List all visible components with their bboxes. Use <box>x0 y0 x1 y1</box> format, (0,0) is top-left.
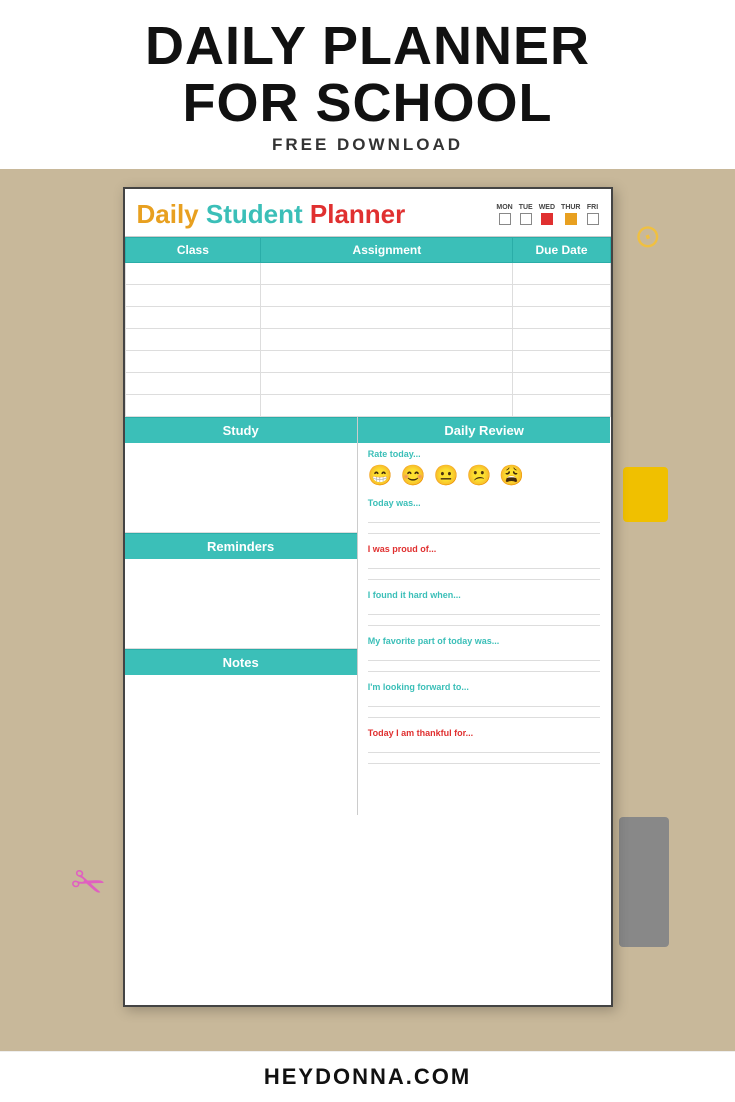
line-12 <box>368 763 601 764</box>
header-subtitle: FREE DOWNLOAD <box>20 135 715 155</box>
wood-background: ⊙ ✂ Daily Student Planner MON <box>0 169 735 1051</box>
title-planner: Planner <box>310 199 405 229</box>
checkbox-thu[interactable] <box>565 213 577 225</box>
planner-title-row: Daily Student Planner MON TUE <box>125 189 611 237</box>
table-row <box>125 373 610 395</box>
bottom-layout: Study Reminders Notes Daily Review Rate <box>125 417 611 815</box>
day-tue: TUE <box>519 204 533 225</box>
prompt-forward: I'm looking forward to... <box>368 682 601 692</box>
line-11 <box>368 752 601 753</box>
checkbox-mon[interactable] <box>499 213 511 225</box>
daily-review-header: Daily Review <box>358 417 611 443</box>
emoji-4: 😕 <box>466 463 491 488</box>
day-fri: FRI <box>587 204 599 225</box>
table-row <box>125 395 610 417</box>
checkbox-tue[interactable] <box>520 213 532 225</box>
assignment-table: Class Assignment Due Date <box>125 237 611 417</box>
col-header-class: Class <box>125 238 261 263</box>
notes-header: Notes <box>125 649 357 675</box>
line-8 <box>368 671 601 672</box>
page-footer: HEYDONNA.COM <box>0 1051 735 1102</box>
checkbox-wed[interactable] <box>541 213 553 225</box>
col-header-due: Due Date <box>513 238 610 263</box>
sharpener-decoration <box>623 467 668 522</box>
prompt-hard: I found it hard when... <box>368 590 601 600</box>
title-daily: Daily <box>137 199 199 229</box>
line-7 <box>368 660 601 661</box>
reminders-content[interactable] <box>125 559 357 649</box>
day-thu: THUR <box>561 204 580 225</box>
study-header: Study <box>125 417 357 443</box>
line-9 <box>368 706 601 707</box>
line-10 <box>368 717 601 718</box>
table-row <box>125 263 610 285</box>
reminders-header: Reminders <box>125 533 357 559</box>
title-line2: FOR SCHOOL <box>20 75 715 132</box>
planner-card: Daily Student Planner MON TUE <box>123 187 613 1007</box>
page-header: DAILY PLANNER FOR SCHOOL FREE DOWNLOAD <box>0 0 735 169</box>
daily-review-content: Rate today... 😁 😊 😐 😕 😩 Today was... I w… <box>358 443 611 780</box>
checkbox-fri[interactable] <box>587 213 599 225</box>
line-1 <box>368 522 601 523</box>
study-content[interactable] <box>125 443 357 533</box>
left-column: Study Reminders Notes <box>125 417 358 815</box>
title-student: Student <box>206 199 303 229</box>
emoji-row: 😁 😊 😐 😕 😩 <box>368 463 601 488</box>
right-column: Daily Review Rate today... 😁 😊 😐 😕 😩 Tod… <box>358 417 611 815</box>
calculator-decoration <box>619 817 669 947</box>
table-row <box>125 285 610 307</box>
prompt-today-was: Today was... <box>368 498 601 508</box>
line-6 <box>368 625 601 626</box>
day-mon: MON <box>496 204 512 225</box>
table-row <box>125 351 610 373</box>
table-row <box>125 329 610 351</box>
notes-content[interactable] <box>125 675 357 815</box>
prompt-thankful: Today I am thankful for... <box>368 728 601 738</box>
table-row <box>125 307 610 329</box>
main-title: DAILY PLANNER FOR SCHOOL <box>20 18 715 131</box>
line-5 <box>368 614 601 615</box>
emoji-3: 😐 <box>434 463 459 488</box>
emoji-2: 😊 <box>401 463 426 488</box>
line-2 <box>368 533 601 534</box>
title-line1: DAILY PLANNER <box>20 18 715 75</box>
footer-website: HEYDONNA.COM <box>12 1064 723 1090</box>
scissors-decoration: ✂ <box>64 857 111 912</box>
day-wed: WED <box>539 204 555 225</box>
days-row: MON TUE WED THUR <box>496 204 598 225</box>
col-header-assignment: Assignment <box>261 238 513 263</box>
prompt-favorite: My favorite part of today was... <box>368 636 601 646</box>
line-4 <box>368 579 601 580</box>
line-3 <box>368 568 601 569</box>
rate-label: Rate today... <box>368 449 601 459</box>
emoji-5: 😩 <box>499 463 524 488</box>
planner-wrapper: ⊙ ✂ Daily Student Planner MON <box>123 187 613 1007</box>
paperclip-decoration: ⊙ <box>628 214 666 259</box>
planner-title: Daily Student Planner <box>137 199 406 230</box>
prompt-proud: I was proud of... <box>368 544 601 554</box>
emoji-1: 😁 <box>368 463 393 488</box>
